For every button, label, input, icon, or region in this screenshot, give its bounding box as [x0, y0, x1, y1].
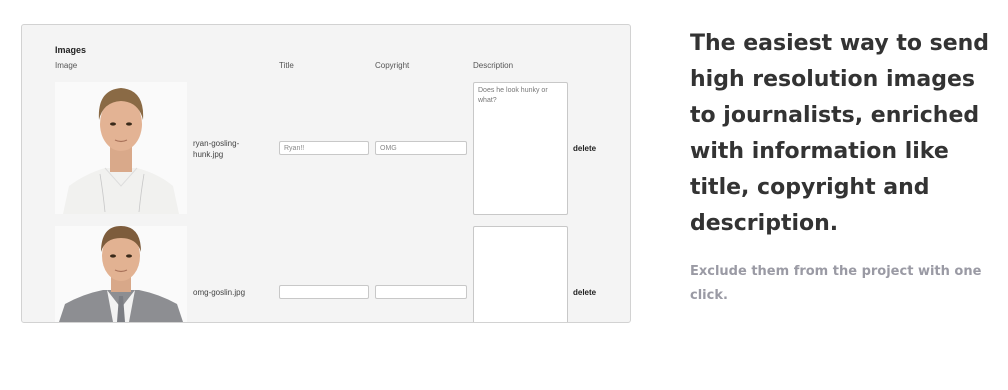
file-name: ryan-gosling-hunk.jpg	[193, 139, 240, 159]
portrait-photo-icon	[55, 226, 187, 322]
section-title: Images	[55, 45, 87, 55]
marketing-subtext: Exclude them from the project with one c…	[690, 264, 982, 303]
copyright-input[interactable]: OMG	[375, 141, 467, 155]
title-input[interactable]: Ryan!!	[279, 141, 369, 155]
copyright-input[interactable]	[375, 285, 467, 299]
delete-button[interactable]: delete	[573, 144, 596, 153]
column-header-description: Description	[473, 61, 514, 70]
column-header-copyright: Copyright	[375, 61, 410, 70]
column-header-image: Image	[55, 61, 78, 70]
portrait-photo-icon	[55, 82, 187, 214]
description-textarea[interactable]: Does he look hunky or what?	[473, 82, 568, 215]
delete-button[interactable]: delete	[573, 288, 596, 297]
column-header-title: Title	[279, 61, 294, 70]
image-thumbnail	[55, 82, 187, 214]
file-name: omg-goslin.jpg	[193, 288, 246, 297]
description-textarea[interactable]	[473, 226, 568, 322]
title-input[interactable]	[279, 285, 369, 299]
marketing-headline: The easiest way to send high resolution …	[690, 31, 990, 236]
image-thumbnail	[55, 226, 187, 322]
image-table-panel: Images Image Title Copyright Description…	[21, 24, 631, 323]
